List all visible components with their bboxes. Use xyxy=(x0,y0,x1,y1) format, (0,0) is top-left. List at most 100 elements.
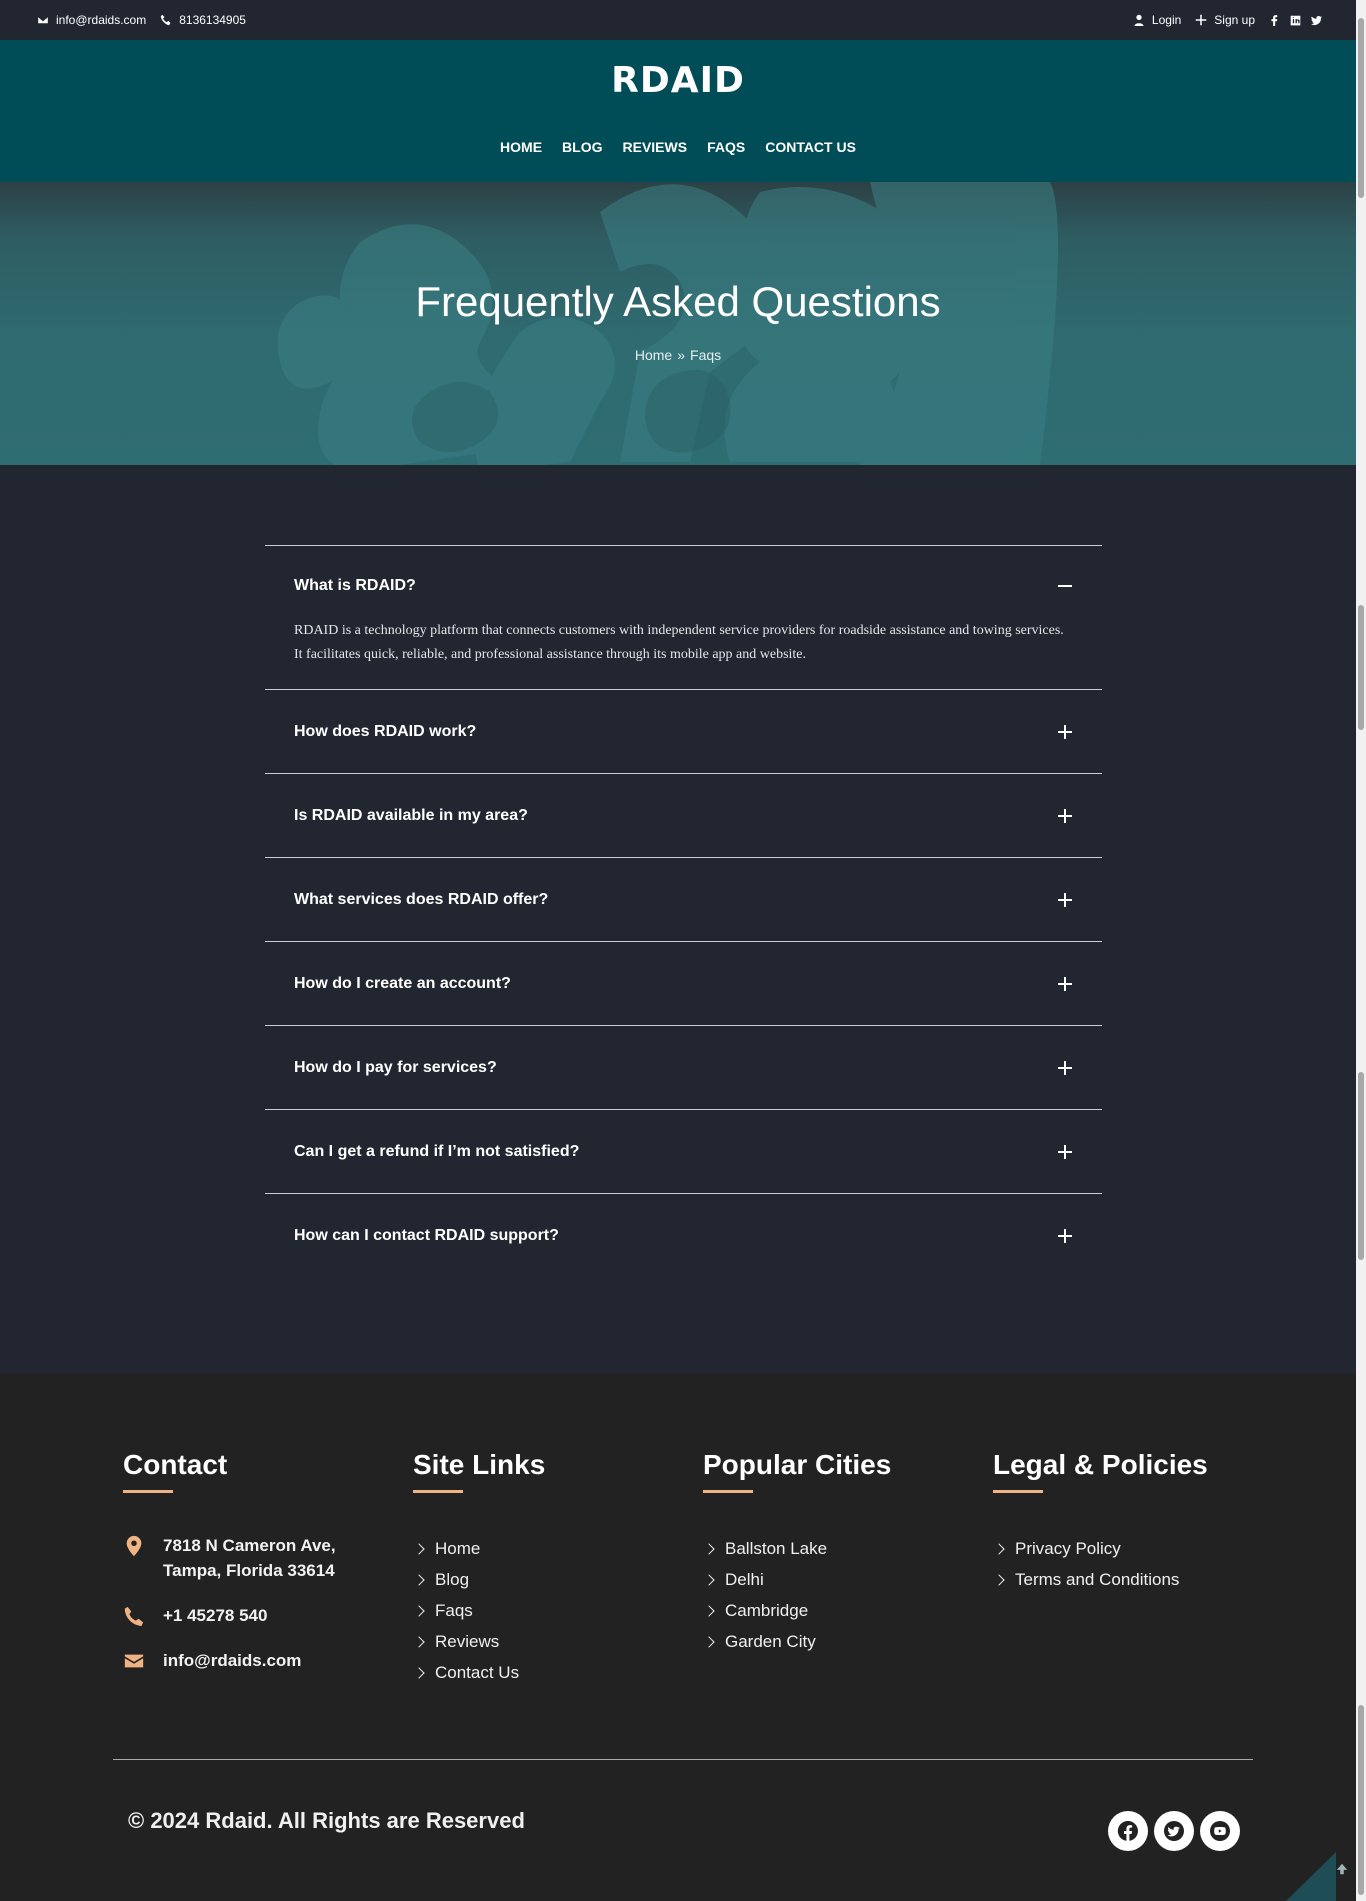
site-logo[interactable]: RDAID xyxy=(0,60,1356,101)
faq-question-button[interactable]: How do I pay for services? xyxy=(265,1026,1102,1109)
footer-city-link[interactable]: Garden City xyxy=(703,1626,891,1657)
topbar-email-link[interactable]: info@rdaids.com xyxy=(37,13,146,27)
scrollbar-thumb[interactable] xyxy=(1358,18,1364,198)
breadcrumb-separator: » xyxy=(677,347,686,363)
breadcrumb: Home » Faqs xyxy=(0,347,1356,363)
link-label: Cambridge xyxy=(725,1600,809,1620)
link-label: Garden City xyxy=(725,1631,816,1651)
heading-underline xyxy=(413,1490,463,1493)
faq-question-button[interactable]: Is RDAID available in my area? xyxy=(265,774,1102,857)
footer-city-link[interactable]: Ballston Lake xyxy=(703,1533,891,1564)
chevron-right-icon xyxy=(413,1573,425,1586)
chevron-right-icon xyxy=(703,1635,715,1648)
plus-icon xyxy=(1058,724,1072,739)
facebook-icon xyxy=(1117,1820,1138,1841)
footer-privacy-link[interactable]: Privacy Policy xyxy=(993,1533,1208,1564)
nav-reviews[interactable]: REVIEWS xyxy=(623,139,688,155)
footer-link-home[interactable]: Home xyxy=(413,1533,545,1564)
facebook-button[interactable] xyxy=(1108,1811,1148,1851)
footer-city-link[interactable]: Delhi xyxy=(703,1564,891,1595)
link-label: Blog xyxy=(435,1569,470,1589)
link-label: Privacy Policy xyxy=(1015,1538,1121,1558)
footer-email[interactable]: info@rdaids.com xyxy=(123,1648,336,1673)
footer-email-address: info@rdaids.com xyxy=(163,1651,302,1670)
twitter-button[interactable] xyxy=(1154,1811,1194,1851)
faq-item: How does RDAID work? xyxy=(265,689,1102,773)
chevron-right-icon xyxy=(413,1635,425,1648)
nav-contact-us[interactable]: CONTACT US xyxy=(765,139,856,155)
faq-question-button[interactable]: How can I contact RDAID support? xyxy=(265,1194,1102,1277)
footer-phone[interactable]: +1 45278 540 xyxy=(123,1603,336,1628)
nav-faqs[interactable]: FAQS xyxy=(707,139,745,155)
nav-blog[interactable]: BLOG xyxy=(562,139,602,155)
link-label: Contact Us xyxy=(435,1662,520,1682)
facebook-icon[interactable] xyxy=(1269,14,1280,26)
faq-question: How do I pay for services? xyxy=(294,1058,497,1076)
footer-link-contact-us[interactable]: Contact Us xyxy=(413,1657,545,1688)
minus-icon xyxy=(1058,579,1072,593)
back-to-top-button[interactable] xyxy=(1286,1852,1336,1901)
footer-phone-number: +1 45278 540 xyxy=(163,1606,268,1625)
faq-item: What is RDAID? RDAID is a technology pla… xyxy=(265,545,1102,689)
scrollbar-thumb[interactable] xyxy=(1358,605,1364,730)
signup-link[interactable]: Sign up xyxy=(1195,13,1255,27)
faq-question: How do I create an account? xyxy=(294,974,511,992)
twitter-icon[interactable] xyxy=(1311,15,1322,26)
breadcrumb-home[interactable]: Home xyxy=(635,347,672,363)
plus-icon xyxy=(1058,1060,1072,1075)
link-label: Faqs xyxy=(435,1600,473,1620)
scrollbar-thumb[interactable] xyxy=(1358,1072,1364,1260)
footer-link-reviews[interactable]: Reviews xyxy=(413,1626,545,1657)
page-title: Frequently Asked Questions xyxy=(415,278,941,325)
footer-site-links-heading: Site Links xyxy=(413,1449,546,1480)
faq-item: Is RDAID available in my area? xyxy=(265,773,1102,857)
faq-question-button[interactable]: How does RDAID work? xyxy=(265,690,1102,773)
footer-terms-link[interactable]: Terms and Conditions xyxy=(993,1564,1208,1595)
faq-question-button[interactable]: Can I get a refund if I’m not satisfied? xyxy=(265,1110,1102,1193)
copyright: © 2024 Rdaid. All Rights are Reserved xyxy=(128,1808,525,1833)
plus-icon xyxy=(1058,1144,1072,1159)
chevron-right-icon xyxy=(993,1542,1005,1555)
faq-question: Can I get a refund if I’m not satisfied? xyxy=(294,1142,580,1160)
page-hero: Frequently Asked Questions Home » Faqs xyxy=(0,182,1356,465)
plus-icon xyxy=(1058,892,1072,907)
page-scrollbar[interactable] xyxy=(1356,0,1366,1901)
faq-question-button[interactable]: How do I create an account? xyxy=(265,942,1102,1025)
plus-icon xyxy=(1058,1228,1072,1243)
link-label: Ballston Lake xyxy=(725,1538,828,1558)
youtube-button[interactable] xyxy=(1200,1811,1240,1851)
footer-site-links-column: Site Links Home Blog Faqs Reviews Contac… xyxy=(413,1449,545,1688)
footer-divider xyxy=(113,1759,1253,1760)
envelope-icon xyxy=(37,15,49,25)
top-bar: info@rdaids.com 8136134905 Login Sign up xyxy=(0,0,1356,40)
faq-question: What services does RDAID offer? xyxy=(294,890,549,908)
link-label: Reviews xyxy=(435,1631,500,1651)
footer-contact-column: Contact 7818 N Cameron Ave, Tampa, Florid… xyxy=(123,1449,336,1693)
linkedin-icon[interactable] xyxy=(1290,15,1301,26)
faq-item: How do I pay for services? xyxy=(265,1025,1102,1109)
chevron-right-icon xyxy=(413,1666,425,1679)
nav-home[interactable]: HOME xyxy=(500,139,542,155)
scrollbar-thumb[interactable] xyxy=(1358,1705,1364,1895)
phone-icon xyxy=(160,14,171,26)
site-header: RDAID HOME BLOG REVIEWS FAQS CONTACT US xyxy=(0,40,1356,182)
footer-link-blog[interactable]: Blog xyxy=(413,1564,545,1595)
topbar-email: info@rdaids.com xyxy=(56,13,147,27)
login-link[interactable]: Login xyxy=(1133,13,1181,27)
map-pin-icon xyxy=(126,1535,142,1557)
phone-icon xyxy=(124,1606,144,1627)
topbar-phone: 8136134905 xyxy=(179,13,246,27)
footer-link-faqs[interactable]: Faqs xyxy=(413,1595,545,1626)
footer-legal-column: Legal & Policies Privacy Policy Terms an… xyxy=(993,1449,1208,1595)
footer-city-link[interactable]: Cambridge xyxy=(703,1595,891,1626)
topbar-phone-link[interactable]: 8136134905 xyxy=(160,13,246,27)
footer-contact-heading: Contact xyxy=(123,1449,228,1480)
faq-question-button[interactable]: What is RDAID? xyxy=(265,546,1102,626)
footer-legal-heading: Legal & Policies xyxy=(993,1449,1208,1480)
chevron-right-icon xyxy=(413,1604,425,1617)
site-footer: Contact 7818 N Cameron Ave, Tampa, Florid… xyxy=(0,1374,1356,1901)
plus-icon xyxy=(1058,808,1072,823)
chevron-right-icon xyxy=(413,1542,425,1555)
faq-question-button[interactable]: What services does RDAID offer? xyxy=(265,858,1102,941)
link-label: Terms and Conditions xyxy=(1015,1569,1180,1589)
